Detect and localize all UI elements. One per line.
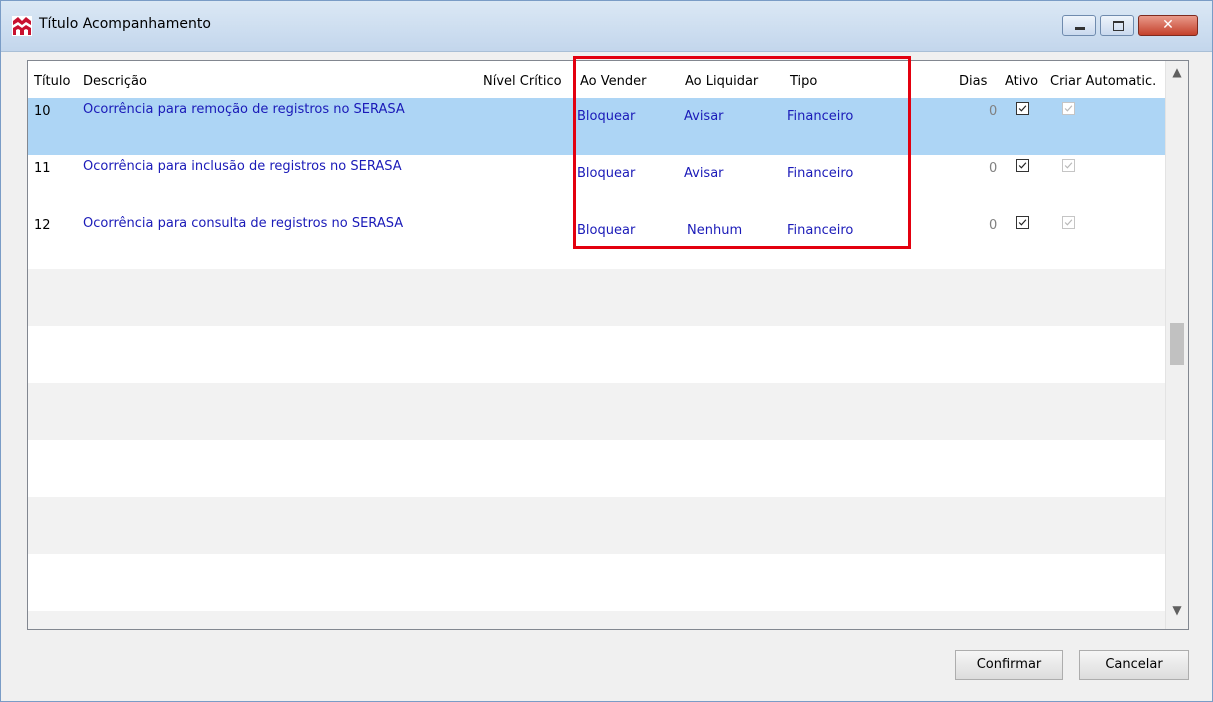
cell-titulo: 10 xyxy=(34,104,51,119)
cell-ao-liquidar[interactable]: Nenhum xyxy=(687,223,742,238)
criar-automatic-checkbox[interactable] xyxy=(1062,216,1075,229)
empty-row xyxy=(28,611,1166,629)
cell-descricao: Ocorrência para inclusão de registros no… xyxy=(83,159,402,174)
empty-row xyxy=(28,383,1166,440)
cancel-button[interactable]: Cancelar xyxy=(1079,650,1189,680)
maximize-icon xyxy=(1113,21,1124,31)
column-header-criar-automatic[interactable]: Criar Automatic. xyxy=(1050,74,1156,89)
client-area: Título Descrição Nível Crítico Ao Vender… xyxy=(1,52,1212,701)
scroll-thumb[interactable] xyxy=(1170,323,1184,365)
cell-dias: 0 xyxy=(989,218,998,233)
column-header-ativo[interactable]: Ativo xyxy=(1005,74,1038,89)
maximize-button[interactable] xyxy=(1100,15,1134,36)
grid-header: Título Descrição Nível Crítico Ao Vender… xyxy=(28,61,1166,98)
empty-row xyxy=(28,326,1166,383)
occurrences-grid[interactable]: Título Descrição Nível Crítico Ao Vender… xyxy=(27,60,1189,630)
column-header-nivel-critico[interactable]: Nível Crítico xyxy=(483,74,562,89)
column-header-descricao[interactable]: Descrição xyxy=(83,74,147,89)
empty-row xyxy=(28,269,1166,326)
cell-tipo[interactable]: Financeiro xyxy=(787,166,853,181)
grid-rows: 10 Ocorrência para remoção de registros … xyxy=(28,98,1166,629)
scroll-up-icon[interactable]: ▲ xyxy=(1166,65,1188,87)
table-row[interactable]: 10 Ocorrência para remoção de registros … xyxy=(28,98,1166,155)
cell-ao-vender[interactable]: Bloquear xyxy=(577,166,635,181)
ativo-checkbox[interactable] xyxy=(1016,159,1029,172)
cell-dias: 0 xyxy=(989,104,998,119)
criar-automatic-checkbox[interactable] xyxy=(1062,102,1075,115)
cell-descricao: Ocorrência para remoção de registros no … xyxy=(83,102,405,117)
column-header-titulo[interactable]: Título xyxy=(34,74,70,89)
scroll-down-icon[interactable]: ▼ xyxy=(1166,603,1188,625)
column-header-ao-vender[interactable]: Ao Vender xyxy=(580,74,646,89)
cell-descricao: Ocorrência para consulta de registros no… xyxy=(83,216,404,231)
cell-titulo: 12 xyxy=(34,218,51,233)
close-icon: ✕ xyxy=(1162,17,1174,33)
main-window: Título Acompanhamento ✕ Título Descrição… xyxy=(0,0,1213,702)
cell-ao-vender[interactable]: Bloquear xyxy=(577,223,635,238)
column-header-ao-liquidar[interactable]: Ao Liquidar xyxy=(685,74,758,89)
confirm-button[interactable]: Confirmar xyxy=(955,650,1063,680)
window-title: Título Acompanhamento xyxy=(39,16,211,32)
empty-row xyxy=(28,440,1166,497)
cell-ao-vender[interactable]: Bloquear xyxy=(577,109,635,124)
column-header-dias[interactable]: Dias xyxy=(959,74,987,89)
criar-automatic-checkbox[interactable] xyxy=(1062,159,1075,172)
ativo-checkbox[interactable] xyxy=(1016,102,1029,115)
minimize-button[interactable] xyxy=(1062,15,1096,36)
table-row[interactable]: 12 Ocorrência para consulta de registros… xyxy=(28,212,1166,269)
cell-tipo[interactable]: Financeiro xyxy=(787,223,853,238)
ativo-checkbox[interactable] xyxy=(1016,216,1029,229)
close-button[interactable]: ✕ xyxy=(1138,15,1198,36)
cell-tipo[interactable]: Financeiro xyxy=(787,109,853,124)
empty-row xyxy=(28,554,1166,611)
empty-row xyxy=(28,497,1166,554)
app-logo-icon xyxy=(12,16,32,36)
minimize-icon xyxy=(1075,27,1085,30)
cell-titulo: 11 xyxy=(34,161,51,176)
cell-ao-liquidar[interactable]: Avisar xyxy=(684,109,724,124)
title-bar[interactable]: Título Acompanhamento ✕ xyxy=(1,1,1212,52)
cell-ao-liquidar[interactable]: Avisar xyxy=(684,166,724,181)
table-row[interactable]: 11 Ocorrência para inclusão de registros… xyxy=(28,155,1166,212)
cell-dias: 0 xyxy=(989,161,998,176)
column-header-tipo[interactable]: Tipo xyxy=(790,74,817,89)
vertical-scrollbar[interactable]: ▲ ▼ xyxy=(1165,61,1188,629)
